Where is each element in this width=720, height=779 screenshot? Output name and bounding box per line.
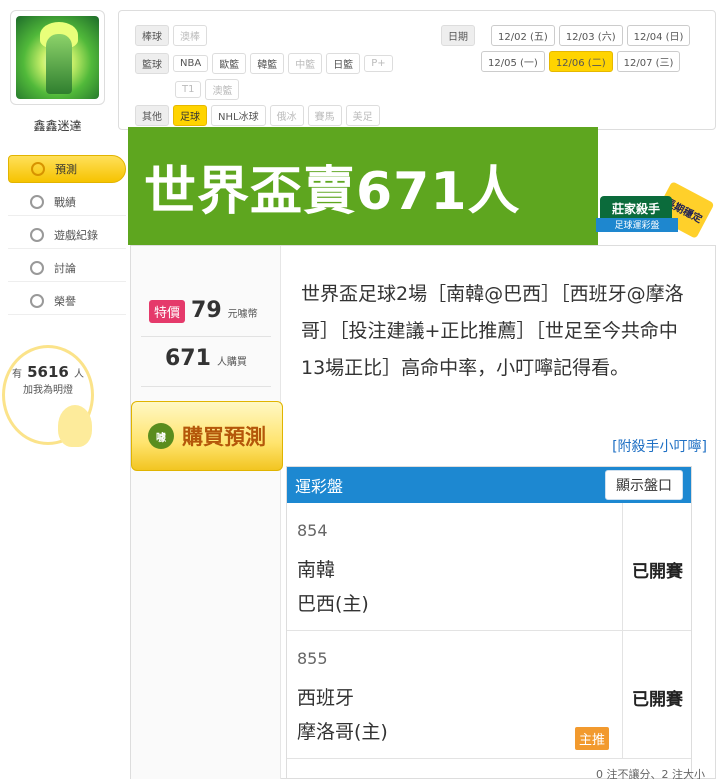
game-status: 已開賽 — [632, 690, 683, 710]
date-chip[interactable]: 12/04 (日) — [626, 25, 691, 46]
odds-table: 運彩盤 顯示盤口 854 南韓 巴西(主) 已開賽 855 西班牙 摩洛哥(主)… — [286, 466, 692, 779]
special-tag: 特價 — [149, 300, 186, 323]
date-chip[interactable]: 12/03 (六) — [558, 25, 623, 46]
date-row-2: 12/05 (一) 12/06 (二) 12/07 (三) — [481, 51, 681, 72]
chip-basketball[interactable]: T1 — [175, 81, 202, 98]
date-chip[interactable]: 12/02 (五) — [491, 25, 555, 46]
price-unit: 元噱幣 — [227, 309, 258, 320]
filter-panel: 棒球 澳棒 籃球 NBA 歐籃 韓籃 中籃 日籃 P+ T1 澳籃 其他 足球 … — [118, 10, 716, 130]
date-chip[interactable]: 12/05 (一) — [481, 51, 545, 72]
sidebar-item-label: 遊戲紀錄 — [54, 228, 98, 242]
buy-prediction-button[interactable]: 噱 購買預測 — [131, 401, 283, 471]
game-row: 854 南韓 巴西(主) 已開賽 — [287, 503, 691, 631]
page: 鑫鑫迷達 預測 戰績 遊戲紀錄 討論 榮譽 有 5616 人 加我為明燈 棒球 … — [0, 0, 720, 779]
chip-basketball[interactable]: 日籃 — [326, 53, 361, 74]
avatar-figure — [46, 34, 72, 94]
date-label: 日期 — [441, 25, 475, 46]
chip-other[interactable]: NHL冰球 — [211, 105, 266, 126]
fans-caption: 加我為明燈 — [23, 385, 73, 396]
buy-label: 購買預測 — [182, 425, 266, 449]
chip-basketball[interactable]: 澳籃 — [205, 79, 240, 100]
medal-icon — [30, 293, 44, 308]
sidebar-item-label: 討論 — [54, 261, 76, 275]
date-chip[interactable]: 12/07 (三) — [616, 51, 681, 72]
filter-other-label: 其他 — [135, 105, 169, 126]
product-panel: 特價 79 元噱幣 671 人購買 噱 購買預測 世界盃足球2場［南韓@巴西］［… — [130, 245, 716, 779]
chip-soccer[interactable]: 足球 — [173, 105, 207, 126]
sidebar-item-label: 戰績 — [54, 195, 76, 209]
team-away: 南韓 — [297, 559, 336, 581]
special-price: 特價 79 元噱幣 — [149, 298, 258, 323]
filter-other-row: 其他 足球 NHL冰球 俄冰 賽馬 美足 — [135, 105, 380, 126]
divider — [141, 336, 271, 337]
sidebar-item-label: 預測 — [55, 163, 77, 176]
chat-icon — [30, 194, 44, 209]
promo-banner: 世界盃賣671人 — [128, 127, 598, 245]
buyer-unit: 人購買 — [216, 357, 247, 368]
filter-basketball-row-2: T1 澳籃 — [175, 79, 240, 100]
record-icon — [30, 227, 44, 242]
sidebar-item-history[interactable]: 遊戲紀錄 — [8, 221, 126, 249]
chip-baseball[interactable]: 澳棒 — [173, 25, 207, 46]
chip-basketball[interactable]: P+ — [364, 55, 393, 72]
game-status: 已開賽 — [632, 562, 683, 582]
column-divider — [622, 503, 623, 630]
sidebar-item-predict[interactable]: 預測 — [8, 155, 126, 183]
divider — [141, 386, 271, 387]
chip-basketball[interactable]: 韓籃 — [250, 53, 285, 74]
avatar — [16, 16, 99, 99]
fans-count: 5616 — [27, 363, 69, 381]
odds-title: 運彩盤 — [295, 477, 344, 496]
chip-basketball[interactable]: 中籃 — [288, 53, 323, 74]
chip-other[interactable]: 賽馬 — [307, 105, 342, 126]
date-row-1: 日期 12/02 (五) 12/03 (六) 12/04 (日) — [441, 25, 691, 46]
filter-basketball-row: 籃球 NBA 歐籃 韓籃 中籃 日籃 P+ — [135, 53, 393, 74]
show-odds-button[interactable]: 顯示盤口 — [605, 470, 683, 500]
filter-baseball-row: 棒球 澳棒 — [135, 25, 207, 46]
price-column: 特價 79 元噱幣 671 人購買 噱 購買預測 — [131, 246, 283, 779]
chip-basketball[interactable]: 歐籃 — [212, 53, 247, 74]
price-value: 79 — [191, 298, 222, 323]
badge-sub: 足球運彩盤 — [596, 218, 678, 232]
target-icon — [31, 162, 45, 176]
lightbulb-icon — [58, 405, 92, 447]
chip-basketball[interactable]: NBA — [173, 55, 209, 72]
date-chip-active[interactable]: 12/06 (二) — [548, 51, 613, 72]
team-home: 巴西(主) — [297, 593, 369, 615]
game-row: 855 西班牙 摩洛哥(主) 主推 已開賽 — [287, 631, 691, 759]
sidebar-item-discuss[interactable]: 討論 — [8, 254, 126, 282]
tips-link[interactable]: [附殺手小叮嚀] — [612, 436, 707, 456]
sidebar: 鑫鑫迷達 預測 戰績 遊戲紀錄 討論 榮譽 有 5616 人 加我為明燈 — [0, 0, 130, 779]
product-description: 世界盃足球2場［南韓@巴西］［西班牙@摩洛哥］［投注建議+正比推薦］［世足至今共… — [301, 283, 684, 379]
team-away: 西班牙 — [297, 687, 355, 709]
game-number: 854 — [297, 521, 328, 540]
game-number: 855 — [297, 649, 328, 668]
coin-icon: 噱 — [148, 423, 174, 449]
buyer-number: 671 — [165, 346, 211, 371]
sidebar-item-record[interactable]: 戰績 — [8, 188, 126, 216]
buyer-count: 671 人購買 — [165, 346, 247, 371]
chip-other[interactable]: 美足 — [345, 105, 380, 126]
filter-baseball-label: 棒球 — [135, 25, 169, 46]
odds-header: 運彩盤 顯示盤口 — [287, 467, 691, 503]
user-name: 鑫鑫迷達 — [33, 119, 82, 133]
sidebar-item-label: 榮譽 — [54, 294, 76, 308]
avatar-frame[interactable] — [10, 10, 105, 105]
sidebar-item-honor[interactable]: 榮譽 — [8, 287, 126, 315]
discuss-icon — [30, 260, 44, 275]
main-pick-badge: 主推 — [575, 727, 610, 750]
bet-summary: 0 注不讓分、2 注大小 — [596, 768, 705, 779]
killer-badge: 長期穩定 莊家殺手 足球運彩盤 — [596, 181, 715, 240]
filter-basketball-label: 籃球 — [135, 53, 169, 74]
chip-other[interactable]: 俄冰 — [269, 105, 304, 126]
fans-suffix: 人 — [73, 369, 84, 380]
team-home: 摩洛哥(主) — [297, 721, 388, 743]
column-divider — [622, 631, 623, 758]
fans-prefix: 有 — [12, 369, 23, 380]
